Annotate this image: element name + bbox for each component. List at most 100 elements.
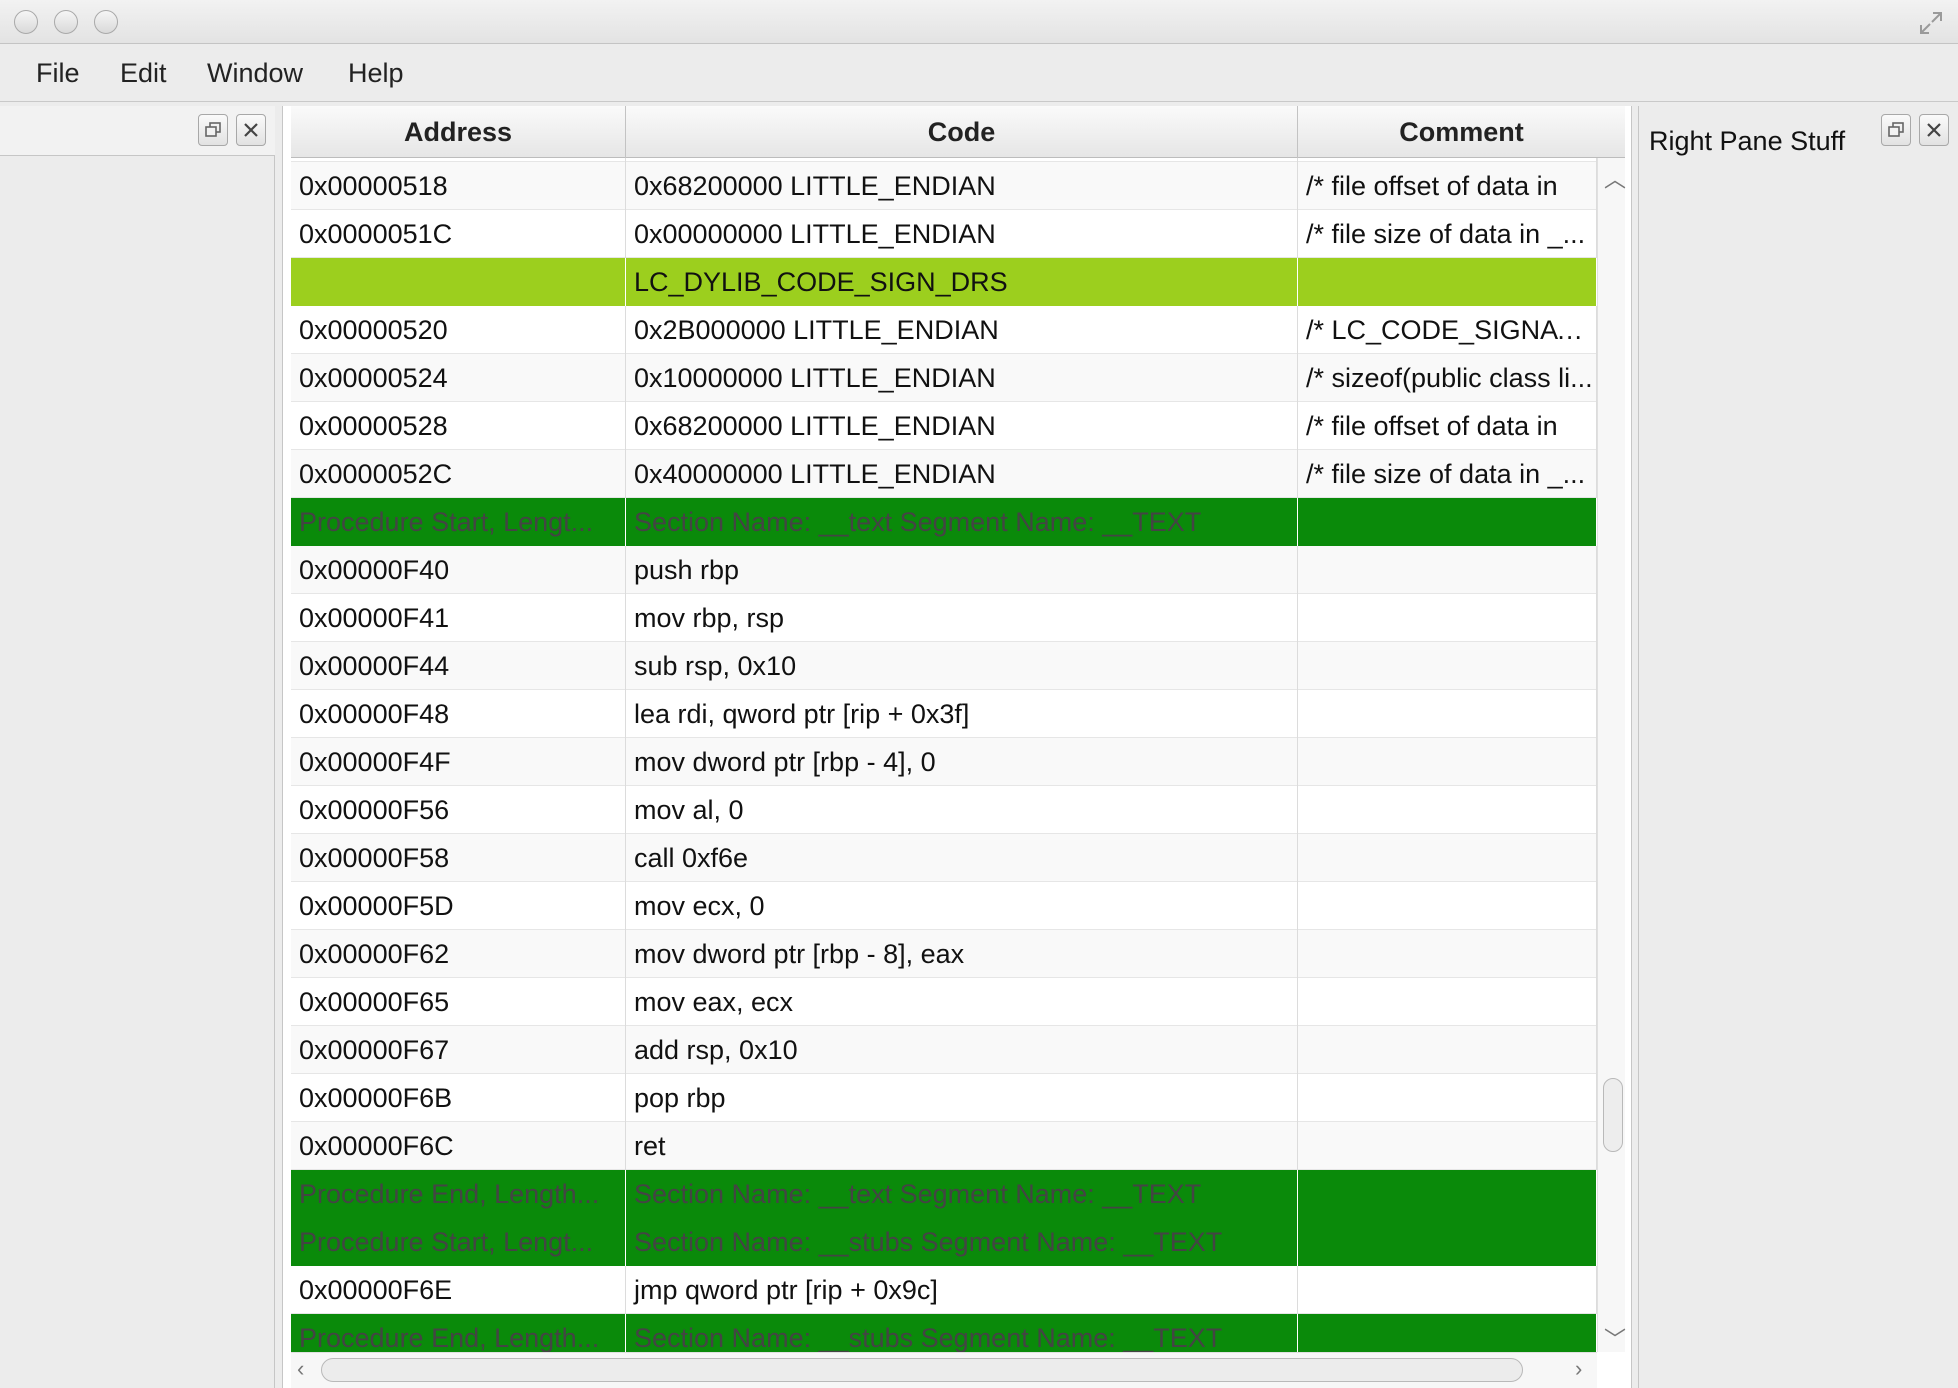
- table-row[interactable]: 0x00000F44 sub rsp, 0x10: [291, 642, 1597, 690]
- cell-address: 0x00000F62: [291, 930, 626, 978]
- cell-code: jmp qword ptr [rip + 0x9c]: [626, 1266, 1298, 1314]
- cell-comment: [1298, 1122, 1597, 1170]
- cell-address: [291, 258, 626, 306]
- cell-address: 0x00000518: [291, 162, 626, 210]
- vertical-scroll-thumb[interactable]: [1603, 1078, 1623, 1152]
- menu-edit[interactable]: Edit: [120, 58, 167, 89]
- scroll-down-arrow-icon[interactable]: ﹀: [1604, 1322, 1626, 1354]
- cell-comment: [1298, 1026, 1597, 1074]
- scroll-right-arrow-icon[interactable]: ›: [1575, 1356, 1582, 1382]
- cell-comment: [1298, 690, 1597, 738]
- section-row[interactable]: LC_DYLIB_CODE_SIGN_DRS: [291, 258, 1597, 306]
- zoom-window-button[interactable]: [94, 10, 118, 34]
- table-row[interactable]: 0x00000518 0x68200000 LITTLE_ENDIAN/* fil…: [291, 162, 1597, 210]
- left-pane: [0, 106, 275, 1388]
- cell-comment: [1298, 1170, 1597, 1218]
- cell-code: Section Name: __text Segment Name: __TEX…: [626, 1170, 1298, 1218]
- cell-code: lea rdi, qword ptr [rip + 0x3f]: [626, 690, 1298, 738]
- table-row[interactable]: 0x00000F5D mov ecx, 0: [291, 882, 1597, 930]
- table-row[interactable]: 0x00000F67 add rsp, 0x10: [291, 1026, 1597, 1074]
- cell-address: 0x00000F58: [291, 834, 626, 882]
- table-row[interactable]: 0x00000F65 mov eax, ecx: [291, 978, 1597, 1026]
- cell-code: Section Name: __stubs Segment Name: __TE…: [626, 1314, 1298, 1352]
- cell-code: mov dword ptr [rbp - 4], 0: [626, 738, 1298, 786]
- menu-file[interactable]: File: [36, 58, 80, 89]
- table-row[interactable]: 0x00000F58 call 0xf6e: [291, 834, 1597, 882]
- horizontal-scroll-thumb[interactable]: [321, 1358, 1523, 1382]
- cell-comment: [1298, 594, 1597, 642]
- cell-comment: [1298, 882, 1597, 930]
- cell-address: 0x00000F48: [291, 690, 626, 738]
- cell-code: add rsp, 0x10: [626, 1026, 1298, 1074]
- disassembly-pane: Address Code Comment 0x000005140x1000000…: [282, 106, 1632, 1388]
- table-row[interactable]: 0x00000F6B pop rbp: [291, 1074, 1597, 1122]
- column-header-comment[interactable]: Comment: [1298, 106, 1625, 158]
- table-row[interactable]: 0x00000F62 mov dword ptr [rbp - 8], eax: [291, 930, 1597, 978]
- left-pane-header: [0, 106, 275, 156]
- cell-address: 0x00000F6E: [291, 1266, 626, 1314]
- cell-address: 0x00000F6B: [291, 1074, 626, 1122]
- horizontal-scrollbar[interactable]: ‹ ›: [291, 1352, 1597, 1388]
- cell-address: 0x00000F44: [291, 642, 626, 690]
- cell-code: mov rbp, rsp: [626, 594, 1298, 642]
- right-pane-close-button[interactable]: [1919, 114, 1949, 146]
- cell-comment: [1298, 930, 1597, 978]
- cell-address: 0x00000F56: [291, 786, 626, 834]
- close-window-button[interactable]: [14, 10, 38, 34]
- scroll-left-arrow-icon[interactable]: ‹: [297, 1356, 304, 1382]
- procedure-row[interactable]: Procedure Start, Lengt... Section Name: _…: [291, 498, 1597, 546]
- menu-help[interactable]: Help: [348, 58, 404, 89]
- table-row[interactable]: 0x00000F4F mov dword ptr [rbp - 4], 0: [291, 738, 1597, 786]
- table-row[interactable]: 0x00000520 0x2B000000 LITTLE_ENDIAN/* LC_…: [291, 306, 1597, 354]
- minimize-window-button[interactable]: [54, 10, 78, 34]
- cell-comment: [1298, 834, 1597, 882]
- procedure-row[interactable]: Procedure End, Length... Section Name: __…: [291, 1314, 1597, 1352]
- cell-comment: [1298, 1266, 1597, 1314]
- table-row[interactable]: 0x00000F41 mov rbp, rsp: [291, 594, 1597, 642]
- cell-comment: [1298, 1074, 1597, 1122]
- cell-address: 0x0000052C: [291, 450, 626, 498]
- cell-code: Section Name: __stubs Segment Name: __TE…: [626, 1218, 1298, 1266]
- cell-address: 0x00000F41: [291, 594, 626, 642]
- left-pane-close-button[interactable]: [236, 114, 266, 146]
- table-row[interactable]: 0x00000524 0x10000000 LITTLE_ENDIAN/* siz…: [291, 354, 1597, 402]
- cell-code: ret: [626, 1122, 1298, 1170]
- table-row[interactable]: 0x00000F6E jmp qword ptr [rip + 0x9c]: [291, 1266, 1597, 1314]
- cell-code: 0x2B000000 LITTLE_ENDIAN: [626, 306, 1298, 354]
- procedure-row[interactable]: Procedure End, Length... Section Name: __…: [291, 1170, 1597, 1218]
- cell-code: Section Name: __text Segment Name: __TEX…: [626, 498, 1298, 546]
- scroll-up-arrow-icon[interactable]: ︿: [1604, 162, 1626, 194]
- cell-comment: /* LC_CODE_SIGNATU...: [1298, 306, 1597, 354]
- cell-comment: [1298, 258, 1597, 306]
- right-pane-restore-button[interactable]: [1881, 114, 1911, 146]
- table-row[interactable]: 0x00000528 0x68200000 LITTLE_ENDIAN/* fil…: [291, 402, 1597, 450]
- table-row[interactable]: 0x00000F48 lea rdi, qword ptr [rip + 0x3f…: [291, 690, 1597, 738]
- table-row[interactable]: 0x0000052C 0x40000000 LITTLE_ENDIAN/* fil…: [291, 450, 1597, 498]
- table-row[interactable]: 0x00000F56 mov al, 0: [291, 786, 1597, 834]
- cell-comment: /* file offset of data in: [1298, 162, 1597, 210]
- column-header-address[interactable]: Address: [291, 106, 626, 158]
- fullscreen-icon[interactable]: [1918, 10, 1944, 36]
- close-icon: [244, 123, 258, 137]
- cell-address: 0x00000F6C: [291, 1122, 626, 1170]
- cell-code: push rbp: [626, 546, 1298, 594]
- cell-code: 0x68200000 LITTLE_ENDIAN: [626, 402, 1298, 450]
- left-pane-restore-button[interactable]: [198, 114, 228, 146]
- menu-window[interactable]: Window: [207, 58, 303, 89]
- vertical-scrollbar[interactable]: ︿ ﹀: [1597, 158, 1626, 1354]
- cell-comment: /* file offset of data in: [1298, 402, 1597, 450]
- cell-comment: /* file size of data in _...: [1298, 210, 1597, 258]
- table-row[interactable]: 0x0000051C 0x00000000 LITTLE_ENDIAN/* fil…: [291, 210, 1597, 258]
- cell-address: 0x00000524: [291, 354, 626, 402]
- cell-comment: /* file size of data in _...: [1298, 450, 1597, 498]
- disassembly-table[interactable]: 0x000005140x10000000 LITTLE_ENDIAN/* siz…: [291, 158, 1597, 1352]
- cell-comment: [1298, 738, 1597, 786]
- table-row[interactable]: 0x00000F40 push rbp: [291, 546, 1597, 594]
- column-header-code[interactable]: Code: [626, 106, 1298, 158]
- cell-address: 0x0000051C: [291, 210, 626, 258]
- restore-icon: [205, 122, 221, 137]
- cell-code: 0x40000000 LITTLE_ENDIAN: [626, 450, 1298, 498]
- procedure-row[interactable]: Procedure Start, Lengt... Section Name: _…: [291, 1218, 1597, 1266]
- table-row[interactable]: 0x00000F6C ret: [291, 1122, 1597, 1170]
- cell-code: mov eax, ecx: [626, 978, 1298, 1026]
